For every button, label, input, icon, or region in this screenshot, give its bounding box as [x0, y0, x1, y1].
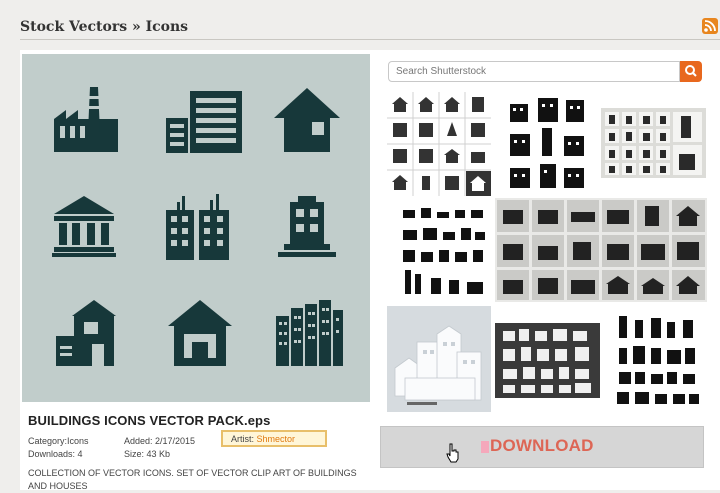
home-icon — [168, 300, 232, 366]
bank-icon — [52, 196, 116, 257]
house-icon — [274, 88, 340, 152]
thumbnail-building-icons-grid[interactable] — [387, 92, 491, 196]
twin-towers-icon — [166, 194, 229, 260]
thumbnail-mixed-buildings-set[interactable] — [397, 202, 491, 298]
thumbnail-paper-city-3d[interactable] — [387, 306, 491, 412]
item-file-size: Size: 43 Kb — [124, 449, 171, 459]
artist-box: Artist: Shmector — [221, 430, 327, 447]
city-skyline-icon — [276, 300, 343, 366]
thumbnail-skyscrapers-set[interactable] — [607, 310, 707, 410]
text-highlight — [481, 441, 489, 453]
item-added-date: Added: 2/17/2015 — [124, 436, 196, 446]
search-icon — [685, 65, 697, 77]
artist-link[interactable]: Shmector — [257, 434, 296, 444]
two-story-house-icon — [56, 300, 116, 366]
hand-pointer-icon — [446, 443, 460, 468]
item-downloads: Downloads: 4 — [28, 449, 83, 459]
artist-label: Artist: — [231, 434, 255, 444]
item-category: Category:Icons — [28, 436, 89, 446]
download-label[interactable]: DOWNLOAD — [490, 436, 594, 456]
thumbnail-dark-panel-buildings[interactable] — [495, 323, 600, 398]
header-divider — [20, 39, 720, 40]
item-description: COLLECTION OF VECTOR ICONS. SET OF VECTO… — [28, 468, 357, 491]
thumbnail-gray-tile-buildings[interactable] — [495, 198, 707, 302]
search-input[interactable]: Search Shutterstock — [388, 61, 680, 82]
thumbnail-buildings-on-tiles[interactable] — [601, 108, 706, 178]
office-building-icon — [166, 91, 242, 153]
tower-icon — [278, 196, 336, 257]
preview-image — [22, 54, 370, 402]
factory-icon — [54, 87, 118, 152]
rss-icon[interactable] — [702, 18, 718, 34]
page-header: Stock Vectors » Icons — [0, 0, 720, 42]
search-button[interactable] — [680, 61, 702, 82]
breadcrumb[interactable]: Stock Vectors » Icons — [20, 19, 188, 35]
thumbnail-city-buildings-set[interactable] — [498, 92, 594, 192]
item-title: BUILDINGS ICONS VECTOR PACK.eps — [28, 413, 271, 428]
